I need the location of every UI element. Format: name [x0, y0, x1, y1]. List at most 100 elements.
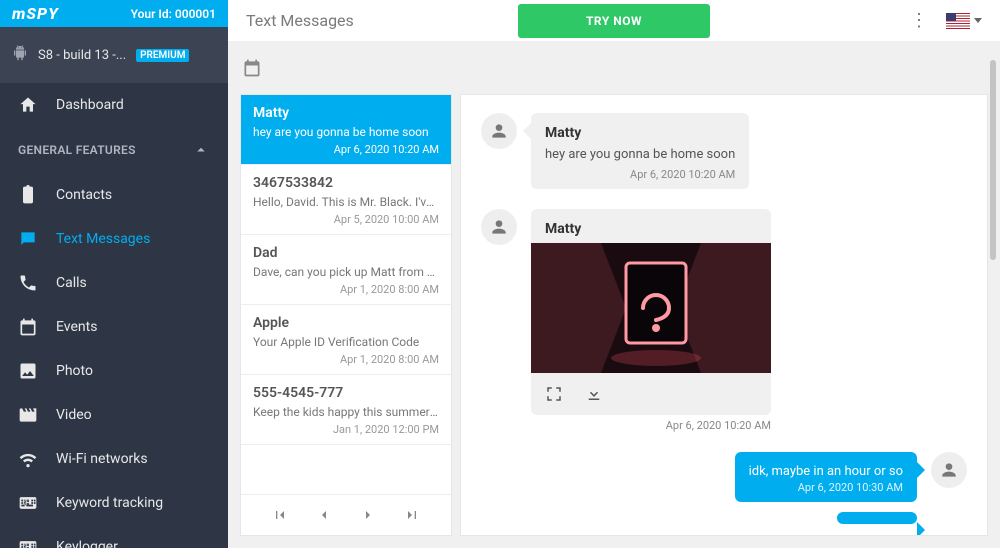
avatar — [481, 209, 517, 245]
next-page-icon[interactable] — [360, 507, 376, 523]
chevron-down-icon — [974, 18, 982, 23]
sidebar-item-calls[interactable]: Calls — [0, 261, 228, 305]
android-icon — [12, 45, 28, 65]
thread-name: Apple — [253, 315, 439, 331]
prev-page-icon[interactable] — [316, 507, 332, 523]
thread-name: Dad — [253, 245, 439, 261]
chevron-up-icon — [192, 141, 210, 159]
sidebar-item-text-messages[interactable]: Text Messages — [0, 217, 228, 261]
brand-logo: mSPY — [12, 4, 59, 23]
chat-icon — [18, 229, 38, 249]
thread-preview: Dave, can you pick up Matt from schoo... — [253, 265, 439, 279]
sidebar-item-label: Dashboard — [56, 97, 124, 113]
thread-item[interactable]: 3467533842 Hello, David. This is Mr. Bla… — [241, 165, 451, 235]
message-bubble-partial — [837, 512, 917, 524]
thread-item[interactable]: Dad Dave, can you pick up Matt from scho… — [241, 235, 451, 305]
message-bubble: idk, maybe in an hour or so Apr 6, 2020 … — [735, 452, 917, 502]
sidebar: mSPY Your Id: 000001 S8 - build 13 -... … — [0, 0, 228, 548]
sidebar-section-label: GENERAL FEATURES — [18, 143, 136, 157]
message-body: idk, maybe in an hour or so — [749, 464, 903, 479]
thread-preview: hey are you gonna be home soon — [253, 125, 439, 139]
sidebar-item-events[interactable]: Events — [0, 305, 228, 349]
message-sender: Matty — [545, 125, 735, 141]
message-pane: Matty hey are you gonna be home soon Apr… — [460, 94, 988, 536]
message-bubble: Matty hey are you gonna be home soon Apr… — [531, 113, 749, 189]
image-icon — [18, 361, 38, 381]
person-icon — [489, 217, 509, 237]
thread-name: 555-4545-777 — [253, 385, 439, 401]
thread-preview: Your Apple ID Verification Code — [253, 335, 439, 349]
sidebar-item-keyword-tracking[interactable]: Keyword tracking — [0, 481, 228, 525]
avatar — [481, 113, 517, 149]
message-time: Apr 6, 2020 10:30 AM — [749, 481, 903, 494]
sidebar-item-label: Wi-Fi networks — [56, 451, 148, 467]
expand-icon[interactable] — [545, 385, 563, 403]
device-name: S8 - build 13 -... — [38, 48, 126, 63]
message-row: Matty hey are you gonna be home soon Apr… — [481, 113, 967, 189]
message-row: Matty — [481, 209, 967, 432]
message-sender: Matty — [531, 209, 771, 243]
sidebar-item-label: Text Messages — [56, 231, 150, 247]
phone-icon — [18, 273, 38, 293]
sidebar-item-label: Keyword tracking — [56, 495, 163, 511]
movie-icon — [18, 405, 38, 425]
sidebar-item-keylogger[interactable]: Keylogger — [0, 525, 228, 548]
more-menu-button[interactable]: ⋮ — [910, 10, 928, 31]
mms-image[interactable] — [531, 243, 771, 373]
first-page-icon[interactable] — [272, 507, 288, 523]
sidebar-item-label: Calls — [56, 275, 87, 291]
calendar-filter-icon[interactable] — [242, 58, 262, 78]
premium-badge: PREMIUM — [136, 49, 189, 62]
thread-preview: Hello, David. This is Mr. Black. I've no… — [253, 195, 439, 209]
thread-item[interactable]: 555-4545-777 Keep the kids happy this su… — [241, 375, 451, 445]
sidebar-item-label: Video — [56, 407, 92, 423]
thread-preview: Keep the kids happy this summer with ... — [253, 405, 439, 419]
avatar — [931, 452, 967, 488]
thread-list: Matty hey are you gonna be home soon Apr… — [240, 94, 452, 536]
sidebar-item-photo[interactable]: Photo — [0, 349, 228, 393]
try-now-button[interactable]: TRY NOW — [518, 4, 710, 38]
sidebar-item-wifi[interactable]: Wi-Fi networks — [0, 437, 228, 481]
sidebar-item-label: Events — [56, 319, 97, 335]
page-title: Text Messages — [246, 11, 354, 30]
sidebar-item-label: Photo — [56, 363, 93, 379]
sidebar-item-label: Keylogger — [56, 539, 118, 548]
keyboard-icon — [18, 493, 38, 513]
us-flag-icon — [946, 13, 970, 29]
message-row: idk, maybe in an hour or so Apr 6, 2020 … — [481, 452, 967, 502]
wifi-icon — [18, 449, 38, 469]
sidebar-item-label: Contacts — [56, 187, 112, 203]
message-time: Apr 6, 2020 10:20 AM — [531, 415, 771, 432]
thread-time: Apr 1, 2020 8:00 AM — [253, 353, 439, 366]
thread-time: Apr 6, 2020 10:20 AM — [253, 143, 439, 156]
message-time: Apr 6, 2020 10:20 AM — [545, 168, 735, 181]
thread-name: Matty — [253, 105, 439, 121]
message-bubble-media: Matty — [531, 209, 771, 415]
user-id-label: Your Id: 000001 — [131, 7, 216, 21]
thread-time: Apr 5, 2020 10:00 AM — [253, 213, 439, 226]
thread-name: 3467533842 — [253, 175, 439, 191]
language-selector[interactable] — [946, 13, 982, 29]
sidebar-item-contacts[interactable]: Contacts — [0, 173, 228, 217]
toolbar: Text Messages TRY NOW ⋮ — [228, 0, 1000, 42]
device-selector[interactable]: S8 - build 13 -... PREMIUM — [0, 27, 228, 83]
pagination — [241, 494, 451, 535]
thread-time: Jan 1, 2020 12:00 PM — [253, 423, 439, 436]
person-icon — [939, 460, 959, 480]
thread-item[interactable]: Apple Your Apple ID Verification Code Ap… — [241, 305, 451, 375]
clipboard-icon — [18, 185, 38, 205]
sidebar-item-dashboard[interactable]: Dashboard — [0, 83, 228, 127]
person-icon — [489, 121, 509, 141]
message-body: hey are you gonna be home soon — [545, 147, 735, 162]
thread-time: Apr 1, 2020 8:00 AM — [253, 283, 439, 296]
calendar-icon — [18, 317, 38, 337]
sidebar-section-general[interactable]: GENERAL FEATURES — [0, 127, 228, 173]
sidebar-item-video[interactable]: Video — [0, 393, 228, 437]
home-icon — [18, 95, 38, 115]
keyboard-icon — [18, 537, 38, 548]
download-icon[interactable] — [585, 385, 603, 403]
last-page-icon[interactable] — [404, 507, 420, 523]
message-row — [481, 512, 967, 536]
sidebar-header: mSPY Your Id: 000001 — [0, 0, 228, 27]
thread-item[interactable]: Matty hey are you gonna be home soon Apr… — [241, 95, 451, 165]
